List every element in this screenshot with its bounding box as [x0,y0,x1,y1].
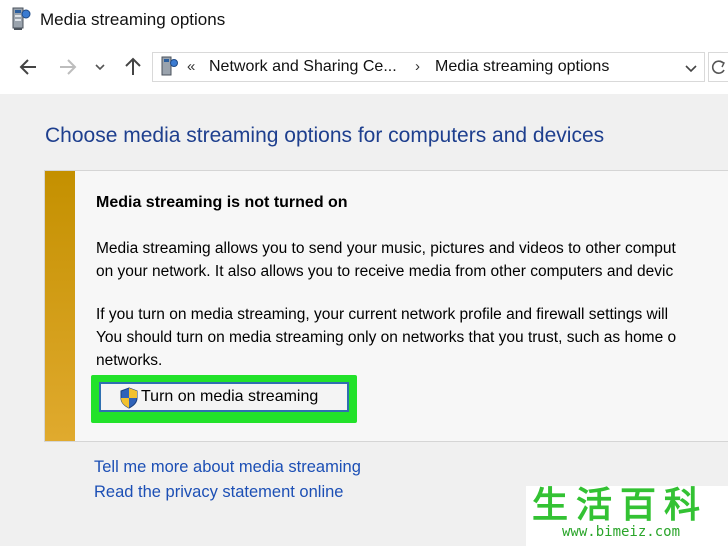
title-bar: Media streaming options [0,0,728,40]
notice-paragraph-2: If you turn on media streaming, your cur… [96,303,676,372]
window-title: Media streaming options [40,10,226,29]
notice-stripe [45,171,75,441]
notice-paragraph-2-line-2: You should turn on media streaming only … [96,329,677,346]
arrow-up-icon[interactable] [120,54,146,80]
address-bar[interactable]: « Network and Sharing Ce... › Media stre… [152,52,705,82]
notice-paragraph-1-line-1: Media streaming allows you to send your … [96,240,676,257]
page-title: Choose media streaming options for compu… [45,124,605,147]
breadcrumb-separator[interactable]: › [415,58,420,75]
notice-heading: Media streaming is not turned on [96,194,348,211]
breadcrumb-network-and-sharing-center[interactable]: Network and Sharing Ce... [209,58,397,76]
watermark-title: 生活百科 [532,485,709,526]
turn-on-media-streaming-label: Turn on media streaming [141,388,319,405]
notice-paragraph-1: Media streaming allows you to send your … [96,237,676,283]
watermark: 生活百科 www.bimeiz.com [526,486,728,546]
breadcrumb-overflow[interactable]: « [187,58,195,75]
network-folder-icon [159,56,181,78]
chevron-down-icon[interactable] [682,59,700,77]
notice-paragraph-2-line-3: networks. [96,352,163,369]
breadcrumb-media-streaming-options[interactable]: Media streaming options [435,58,609,76]
refresh-icon[interactable] [708,52,728,82]
tell-me-more-link[interactable]: Tell me more about media streaming [94,458,361,477]
notice-paragraph-1-line-2: on your network. It also allows you to r… [96,263,674,280]
arrow-right-icon[interactable] [54,54,80,80]
streaming-notice-panel: Media streaming is not turned on Media s… [44,170,728,442]
turn-on-media-streaming-button[interactable]: Turn on media streaming [99,382,349,412]
main-content: Choose media streaming options for compu… [0,94,728,546]
notice-paragraph-2-line-1: If you turn on media streaming, your cur… [96,306,669,323]
network-folder-icon [10,6,32,32]
privacy-statement-link[interactable]: Read the privacy statement online [94,483,343,502]
arrow-left-icon[interactable] [16,54,42,80]
watermark-url: www.bimeiz.com [562,524,681,540]
chevron-down-icon[interactable] [90,54,110,80]
uac-shield-icon [119,387,139,409]
